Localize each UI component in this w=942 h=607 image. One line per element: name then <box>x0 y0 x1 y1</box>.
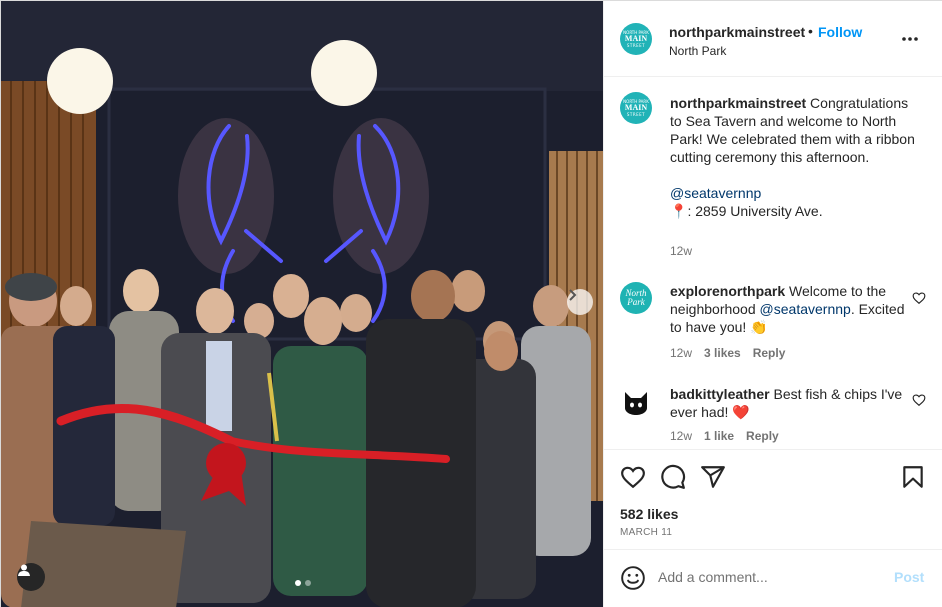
avatar[interactable] <box>620 386 652 418</box>
caption-time[interactable]: 12w <box>670 244 692 258</box>
avatar[interactable]: North Park <box>620 282 652 314</box>
carousel-dot <box>305 580 311 586</box>
cat-logo-icon <box>625 392 647 415</box>
post-modal: NORTH PARK MAIN STREET northparkmainstre… <box>0 0 942 607</box>
comment-username[interactable]: explorenorthpark <box>670 283 785 299</box>
post-location[interactable]: North Park <box>669 44 726 58</box>
clap-emoji-icon: 👏 <box>750 319 768 335</box>
add-comment-bar: Post <box>604 549 942 606</box>
comments-list[interactable]: NORTH PARK MAIN STREET northparkmainstre… <box>604 78 942 448</box>
comment-likes[interactable]: 3 likes <box>704 346 741 360</box>
comment-icon[interactable] <box>660 464 686 490</box>
post-date: MARCH 11 <box>620 527 673 538</box>
post-photo[interactable] <box>1 1 603 607</box>
comment-likes[interactable]: 1 like <box>704 429 734 443</box>
heart-icon[interactable] <box>620 464 646 490</box>
post-comment-button[interactable]: Post <box>894 569 924 585</box>
avatar[interactable]: NORTH PARK MAIN STREET <box>620 23 652 55</box>
comment-text: badkittyleather Best fish & chips I've e… <box>670 385 910 421</box>
pin-emoji-icon: 📍 <box>670 203 688 219</box>
reply-button[interactable]: Reply <box>753 346 786 360</box>
caption-meta: 12w <box>670 244 692 258</box>
caption-address: : 2859 University Ave. <box>687 203 823 219</box>
comment-meta: 12w 3 likes Reply <box>670 346 785 360</box>
comment-time[interactable]: 12w <box>670 346 692 360</box>
post-username[interactable]: northparkmainstreet <box>669 24 805 40</box>
avatar-logo-text: STREET <box>626 111 646 117</box>
post-caption: northparkmainstreet Congratulations to S… <box>670 94 916 220</box>
reply-button[interactable]: Reply <box>746 429 779 443</box>
user-tag-button[interactable] <box>17 563 45 591</box>
more-options-icon[interactable] <box>900 29 920 49</box>
emoji-icon[interactable] <box>620 565 646 591</box>
post-header: NORTH PARK MAIN STREET northparkmainstre… <box>604 1 942 77</box>
comment-mention[interactable]: @seatavernnp <box>760 301 851 317</box>
avatar[interactable]: NORTH PARK MAIN STREET <box>620 92 652 124</box>
post-side-panel: NORTH PARK MAIN STREET northparkmainstre… <box>603 1 942 607</box>
avatar-logo-text: MAIN <box>624 102 648 112</box>
comment-text: explorenorthpark Welcome to the neighbor… <box>670 282 910 336</box>
carousel-next-button[interactable] <box>567 289 593 315</box>
avatar-logo-text: MAIN <box>624 33 648 43</box>
separator-dot: • <box>808 23 813 39</box>
share-icon[interactable] <box>700 464 726 490</box>
caption-username[interactable]: northparkmainstreet <box>670 95 806 111</box>
avatar-logo-text: North Park <box>625 288 647 307</box>
heart-emoji-icon: ❤️ <box>732 404 750 420</box>
comment-meta: 12w 1 like Reply <box>670 429 779 443</box>
ribbon-cutting-photo <box>1 1 603 607</box>
bookmark-icon[interactable] <box>900 464 926 490</box>
comment-time[interactable]: 12w <box>670 429 692 443</box>
comment-like-heart-icon[interactable] <box>912 393 926 407</box>
carousel-dot <box>295 580 301 586</box>
avatar-logo-text: STREET <box>626 42 646 48</box>
comment-like-heart-icon[interactable] <box>912 291 926 305</box>
carousel-indicator <box>295 580 311 586</box>
post-actions: 582 likes MARCH 11 <box>604 449 942 549</box>
comment-username[interactable]: badkittyleather <box>670 386 770 402</box>
follow-button[interactable]: Follow <box>818 24 862 40</box>
caption-mention[interactable]: @seatavernnp <box>670 185 761 201</box>
comment-input[interactable] <box>658 566 878 588</box>
likes-count[interactable]: 582 likes <box>620 506 678 522</box>
